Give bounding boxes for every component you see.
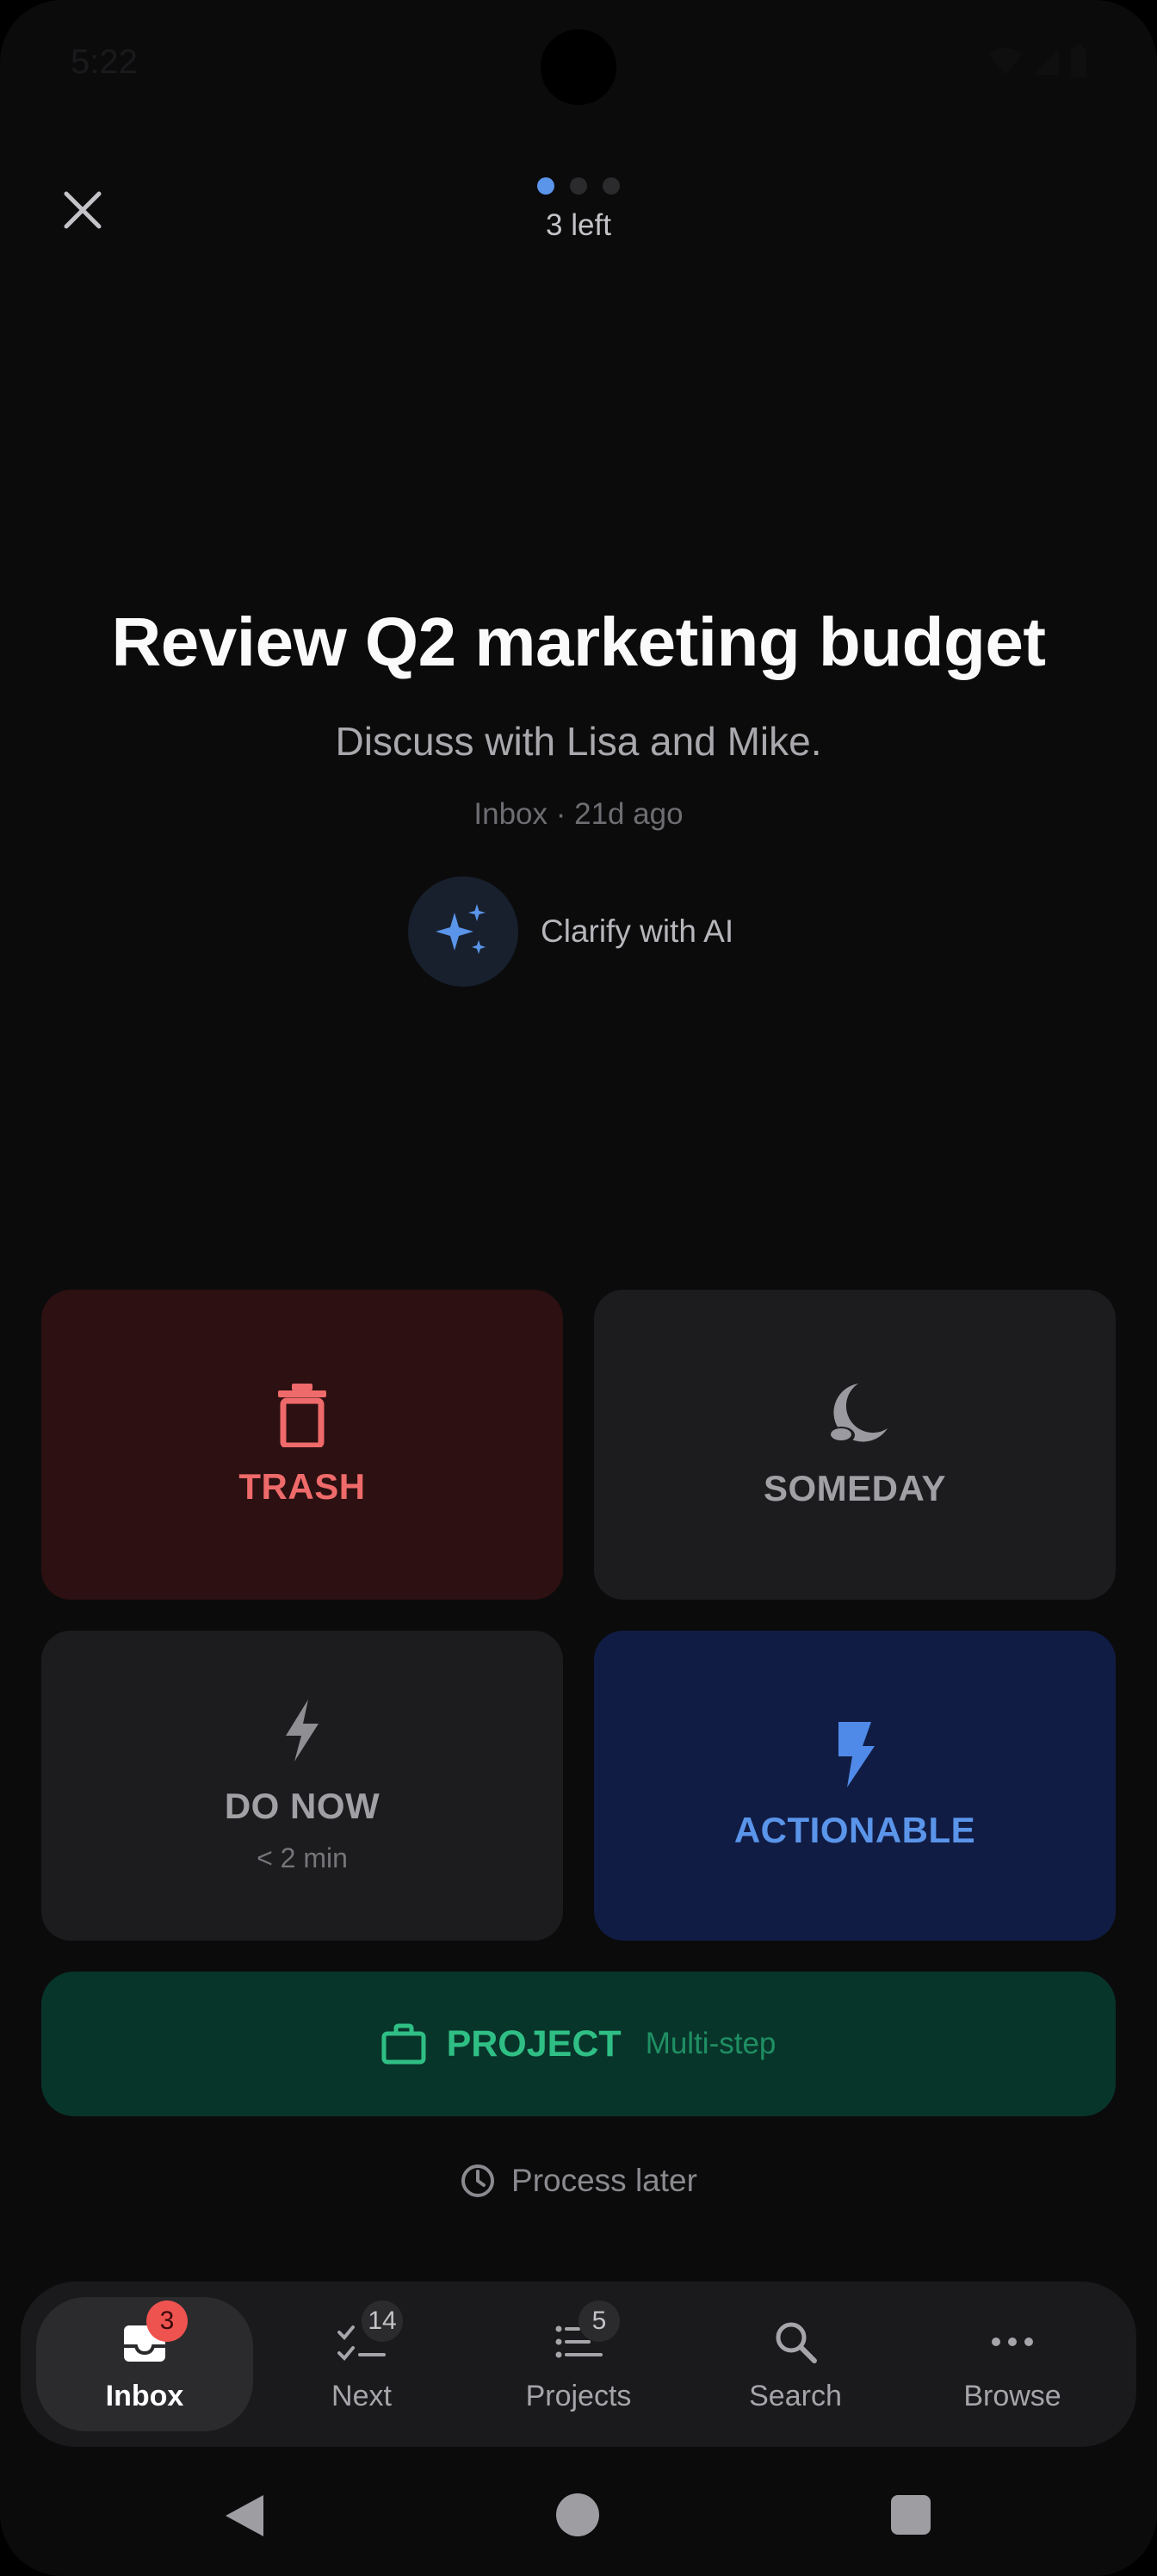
nav-label-projects: Projects bbox=[525, 2379, 632, 2412]
app-screen: 5:22 3 left Review Q2 marketing budget D… bbox=[0, 0, 1157, 2576]
task-title: Review Q2 marketing budget bbox=[111, 604, 1046, 680]
progress-dot-current bbox=[537, 177, 554, 195]
nav-item-browse[interactable]: Browse bbox=[904, 2297, 1121, 2431]
nav-item-search[interactable]: Search bbox=[687, 2297, 904, 2431]
trash-label: TRASH bbox=[238, 1466, 366, 1507]
progress-dot bbox=[603, 177, 620, 195]
status-icons bbox=[988, 45, 1088, 79]
project-sub: Multi-step bbox=[645, 2027, 776, 2060]
nav-item-projects[interactable]: 5 Projects bbox=[470, 2297, 687, 2431]
someday-button[interactable]: SOMEDAY bbox=[594, 1290, 1116, 1600]
task-description: Discuss with Lisa and Mike. bbox=[335, 719, 822, 764]
battery-icon bbox=[1071, 45, 1086, 77]
system-nav-bar bbox=[0, 2480, 1157, 2548]
ai-icon-circle bbox=[408, 876, 518, 987]
clarify-ai-label: Clarify with AI bbox=[541, 913, 734, 949]
someday-label: SOMEDAY bbox=[763, 1468, 946, 1508]
recents-icon[interactable] bbox=[891, 2495, 931, 2535]
process-later-button[interactable]: Process later bbox=[0, 2163, 1157, 2199]
bottom-nav: 3 Inbox 14 Next 5 Projects Search Browse bbox=[21, 2282, 1136, 2447]
project-button[interactable]: PROJECT Multi-step bbox=[41, 1972, 1116, 2116]
nav-label-search: Search bbox=[749, 2379, 842, 2412]
nav-item-inbox[interactable]: 3 Inbox bbox=[36, 2297, 253, 2431]
back-icon[interactable] bbox=[222, 2492, 267, 2540]
signal-icon bbox=[1033, 49, 1059, 75]
bolt-icon bbox=[838, 1722, 875, 1787]
do-now-label: DO NOW bbox=[224, 1785, 381, 1826]
trash-icon bbox=[278, 1384, 326, 1447]
progress-dot bbox=[570, 177, 587, 195]
clock-icon bbox=[461, 2164, 495, 2197]
process-later-label: Process later bbox=[511, 2163, 697, 2198]
do-now-button[interactable]: DO NOW < 2 min bbox=[41, 1631, 563, 1941]
project-label: PROJECT bbox=[446, 2022, 622, 2065]
actionable-button[interactable]: ACTIONABLE bbox=[594, 1631, 1116, 1941]
task-meta: Inbox · 21d ago bbox=[473, 797, 684, 831]
nav-label-next: Next bbox=[331, 2379, 392, 2412]
actionable-label: ACTIONABLE bbox=[733, 1810, 976, 1850]
nav-item-next[interactable]: 14 Next bbox=[253, 2297, 470, 2431]
clarify-ai-button[interactable]: Clarify with AI bbox=[408, 876, 733, 987]
trash-button[interactable]: TRASH bbox=[41, 1290, 563, 1600]
do-now-duration: < 2 min bbox=[257, 1842, 348, 1873]
lightning-icon bbox=[286, 1699, 319, 1762]
nav-label-browse: Browse bbox=[963, 2379, 1061, 2412]
search-icon bbox=[776, 2322, 817, 2363]
status-time: 5:22 bbox=[71, 43, 138, 81]
inbox-badge: 3 bbox=[146, 2300, 188, 2342]
progress-dots bbox=[0, 177, 1157, 195]
remaining-count: 3 left bbox=[546, 208, 611, 242]
moon-icon bbox=[827, 1384, 888, 1444]
more-icon bbox=[992, 2337, 1033, 2346]
nav-label-inbox: Inbox bbox=[105, 2379, 184, 2412]
sparkles-icon bbox=[436, 904, 486, 954]
camera-cutout bbox=[541, 29, 616, 105]
briefcase-icon bbox=[381, 2023, 426, 2065]
wifi-icon bbox=[988, 48, 1023, 75]
next-badge: 14 bbox=[362, 2300, 403, 2342]
projects-badge: 5 bbox=[578, 2300, 620, 2342]
home-icon[interactable] bbox=[556, 2493, 599, 2536]
